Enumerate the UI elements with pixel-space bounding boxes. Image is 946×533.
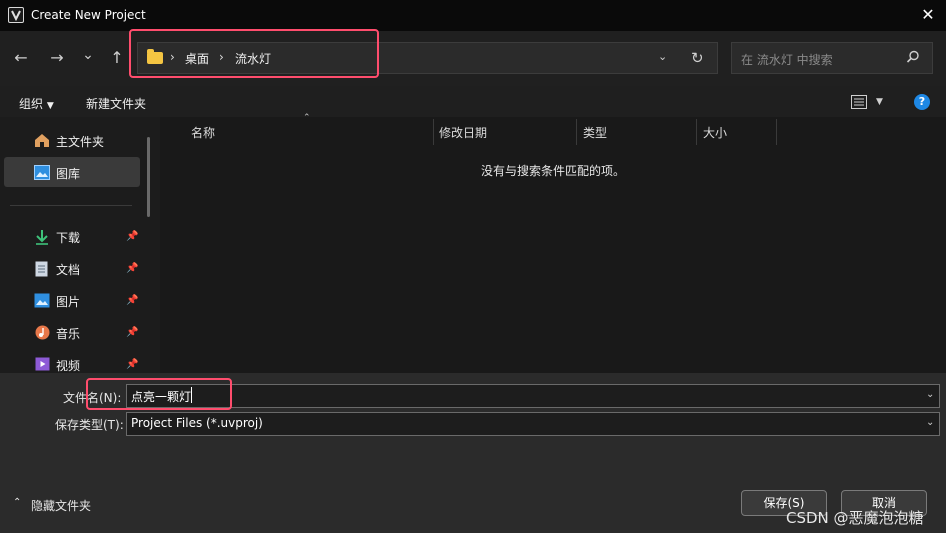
pin-icon[interactable]: 📌 [126,295,138,306]
sidebar-item-pictures[interactable]: 图片 [56,293,80,310]
filename-dropdown-icon[interactable]: ⌄ [926,389,934,400]
filename-input[interactable] [126,384,940,408]
sidebar-scrollbar[interactable] [147,137,150,217]
video-icon [35,357,50,374]
pin-icon[interactable]: 📌 [126,327,138,338]
hide-folders-toggle[interactable]: 隐藏文件夹 [31,497,91,514]
sort-ascending-icon: ⌃ [303,113,311,123]
download-icon [35,229,49,248]
view-dropdown-icon[interactable]: ▼ [876,97,883,107]
file-list-view[interactable] [160,117,946,373]
back-arrow-icon[interactable]: ← [10,47,32,69]
pin-icon[interactable]: 📌 [126,359,138,370]
filetype-value[interactable]: Project Files (*.uvproj) [131,416,263,430]
help-icon[interactable]: ? [914,94,930,110]
address-dropdown-icon[interactable]: ⌄ [658,50,667,63]
column-header-name[interactable]: 名称 [191,124,215,141]
column-divider[interactable] [776,119,777,145]
document-icon [35,261,48,280]
gallery-icon [34,165,50,183]
column-divider[interactable] [433,119,434,145]
sidebar-item-videos[interactable]: 视频 [56,357,80,374]
chevron-down-icon: ▼ [46,101,54,111]
picture-icon [34,293,50,311]
organize-label: 组织 [19,97,44,111]
search-icon[interactable] [906,50,920,67]
music-icon [35,325,50,343]
column-divider[interactable] [696,119,697,145]
recent-locations-chevron-icon[interactable]: ⌄ [77,44,99,66]
pin-icon[interactable]: 📌 [126,263,138,274]
up-arrow-icon[interactable]: ↑ [106,47,128,69]
annotation-highlight-box [86,378,232,410]
annotation-highlight-box [129,29,379,78]
sidebar-item-home[interactable]: 主文件夹 [56,133,104,150]
filetype-dropdown-icon[interactable]: ⌄ [926,417,934,428]
sidebar-divider [10,205,132,206]
watermark-text: CSDN @恶魔泡泡糖 [786,509,924,527]
refresh-icon[interactable]: ↻ [691,49,704,67]
organize-menu-button[interactable]: 组织 ▼ [19,95,54,112]
empty-results-message: 没有与搜索条件匹配的项。 [481,164,626,178]
close-icon[interactable]: ✕ [918,5,938,25]
app-icon [8,7,24,23]
search-placeholder[interactable]: 在 流水灯 中搜索 [741,51,833,68]
column-divider[interactable] [576,119,577,145]
column-header-type[interactable]: 类型 [583,124,607,141]
column-header-size[interactable]: 大小 [703,124,727,141]
column-header-modified[interactable]: 修改日期 [439,124,487,141]
pin-icon[interactable]: 📌 [126,231,138,242]
filetype-label: 保存类型(T): [55,418,124,432]
window-title: Create New Project [31,8,146,22]
new-folder-button[interactable]: 新建文件夹 [86,95,146,112]
sidebar-item-downloads[interactable]: 下载 [56,229,80,246]
sidebar-item-music[interactable]: 音乐 [56,325,80,342]
view-options-icon[interactable] [851,95,867,112]
chevron-up-icon[interactable]: ⌃ [13,497,21,508]
sidebar-item-documents[interactable]: 文档 [56,261,80,278]
forward-arrow-icon[interactable]: → [46,47,68,69]
sidebar-item-gallery[interactable]: 图库 [56,165,80,182]
home-icon [34,133,50,151]
